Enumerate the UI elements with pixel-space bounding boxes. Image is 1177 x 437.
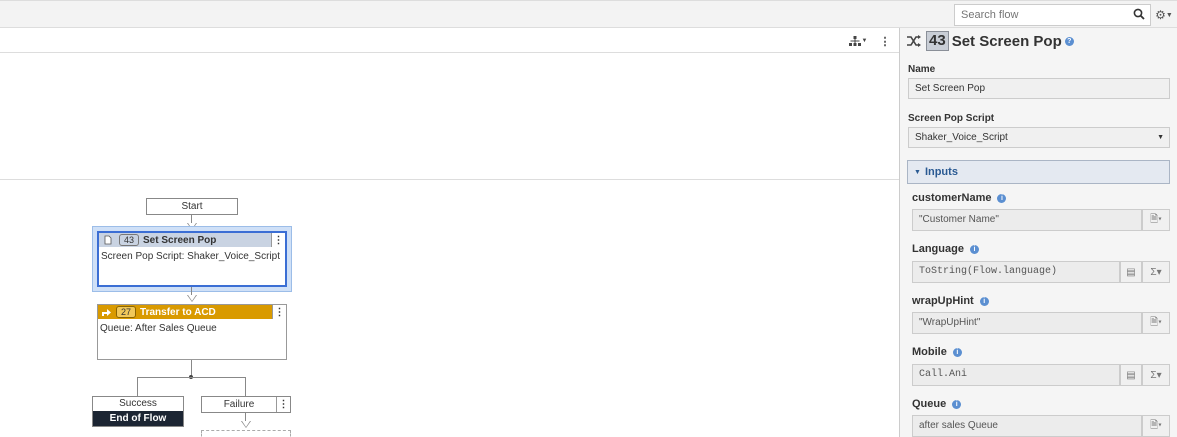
info-icon[interactable]: i — [979, 296, 989, 306]
more-options-button[interactable]: ⋮ — [877, 31, 893, 51]
input-label-text: Mobile — [912, 346, 947, 358]
document-icon: 🗎▾ — [1150, 419, 1162, 431]
action-number: 43 — [926, 31, 949, 51]
expression-editor-button[interactable]: ▤ — [1120, 261, 1142, 283]
sigma-icon: Σ▾ — [1150, 266, 1162, 278]
node-number-badge: 43 — [119, 234, 140, 246]
search-icon[interactable] — [1133, 8, 1145, 20]
expression-mode-button[interactable]: 🗎▾ — [1142, 312, 1170, 334]
node-menu-button[interactable]: ⋮ — [272, 305, 286, 319]
node-title: Set Screen Pop — [143, 234, 217, 246]
top-bar: ⚙▼ — [0, 0, 1177, 28]
start-node[interactable]: Start — [146, 198, 238, 215]
flow-editor: ⚙▼ ▼ ⋮ Start — [0, 0, 1177, 437]
node-header: 43 Set Screen Pop ⋮ — [99, 233, 285, 247]
caret-down-icon: ▼ — [914, 168, 921, 176]
input-label-text: Queue — [912, 398, 947, 410]
editor-icon: ▤ — [1126, 369, 1136, 381]
script-select-value: Shaker_Voice_Script — [915, 132, 1008, 143]
info-icon[interactable]: i — [952, 347, 962, 357]
caret-down-icon: ▼ — [1157, 134, 1164, 141]
input-label: customerName i — [912, 192, 1007, 204]
input-label: Mobile i — [912, 346, 962, 358]
success-path[interactable]: Success End of Flow — [92, 396, 184, 427]
failure-path[interactable]: Failure ⋮ — [201, 396, 291, 413]
mobile-input[interactable]: Call.Ani — [912, 364, 1120, 386]
node-body: Queue: After Sales Queue — [100, 323, 217, 334]
name-label: Name — [908, 64, 936, 75]
document-icon: 🗎▾ — [1150, 213, 1162, 225]
layout-dropdown-button[interactable]: ▼ — [845, 31, 871, 51]
connector-arrow — [188, 295, 196, 301]
connector — [137, 377, 138, 397]
editor-icon: ▤ — [1126, 266, 1136, 278]
script-select[interactable]: Shaker_Voice_Script ▼ — [908, 127, 1170, 148]
search-input[interactable] — [955, 5, 1125, 25]
flow-canvas[interactable]: ▼ ⋮ Start 43 Set Screen Pop ⋮ Screen Pop — [0, 28, 899, 437]
expression-mode-button[interactable]: Σ▾ — [1142, 261, 1170, 283]
customername-input[interactable]: "Customer Name" — [912, 209, 1142, 231]
set-screen-pop-node[interactable]: 43 Set Screen Pop ⋮ Screen Pop Script: S… — [97, 231, 287, 287]
node-header: 27 Transfer to ACD ⋮ — [98, 305, 286, 319]
document-icon — [104, 235, 112, 245]
node-number-badge: 27 — [116, 306, 137, 318]
failure-label: Failure — [223, 399, 255, 410]
node-menu-button[interactable]: ⋮ — [271, 233, 285, 247]
info-icon[interactable]: i — [969, 244, 979, 254]
inputs-section-toggle[interactable]: ▼ Inputs — [907, 160, 1170, 184]
connector — [245, 377, 246, 397]
connector-arrow — [242, 421, 250, 427]
help-icon[interactable]: ? — [1064, 36, 1074, 46]
panel-title: Set Screen Pop — [951, 32, 1062, 50]
chevron-down-icon: ▼ — [1165, 11, 1173, 19]
input-label-text: customerName — [912, 192, 992, 204]
chevron-down-icon: ▼ — [861, 38, 868, 44]
document-icon: 🗎▾ — [1150, 316, 1162, 328]
wrapuphint-input[interactable]: "WrapUpHint" — [912, 312, 1142, 334]
input-label: wrapUpHint i — [912, 295, 989, 307]
queue-input[interactable]: after sales Queue — [912, 415, 1142, 437]
expression-mode-button[interactable]: 🗎▾ — [1142, 209, 1170, 231]
transfer-to-acd-node[interactable]: 27 Transfer to ACD ⋮ Queue: After Sales … — [97, 304, 287, 360]
expression-mode-button[interactable]: Σ▾ — [1142, 364, 1170, 386]
properties-panel: 43 Set Screen Pop ? Name Set Screen Pop … — [899, 28, 1177, 437]
info-icon[interactable]: i — [997, 193, 1007, 203]
script-label: Screen Pop Script — [908, 113, 995, 124]
node-body: Screen Pop Script: Shaker_Voice_Script — [101, 251, 280, 262]
sigma-icon: Σ▾ — [1150, 369, 1162, 381]
shuffle-icon — [907, 35, 921, 47]
hierarchy-icon — [848, 36, 861, 46]
kebab-icon: ⋮ — [879, 35, 891, 48]
canvas-toolbar: ▼ ⋮ — [0, 28, 899, 53]
failure-menu-button[interactable]: ⋮ — [276, 397, 290, 412]
connector — [137, 377, 246, 378]
drop-target[interactable] — [201, 430, 291, 437]
input-label-text: wrapUpHint — [912, 295, 974, 307]
transfer-icon — [102, 309, 111, 316]
input-label: Queue i — [912, 398, 962, 410]
search-box — [954, 4, 1151, 26]
success-label: Success — [119, 398, 157, 409]
language-input[interactable]: ToString(Flow.language) — [912, 261, 1120, 283]
end-of-flow-node[interactable]: End of Flow — [93, 411, 183, 426]
expression-editor-button[interactable]: ▤ — [1120, 364, 1142, 386]
gear-icon: ⚙ — [1155, 8, 1166, 22]
settings-dropdown-button[interactable]: ⚙ ▼ — [1152, 5, 1176, 25]
panel-header: 43 Set Screen Pop ? — [907, 31, 1074, 51]
name-field[interactable]: Set Screen Pop — [908, 78, 1170, 99]
info-icon[interactable]: i — [952, 399, 962, 409]
inputs-header: Inputs — [924, 166, 958, 178]
node-title: Transfer to ACD — [140, 306, 216, 318]
connector — [245, 413, 246, 421]
input-label: Language i — [912, 243, 979, 255]
canvas-divider — [0, 179, 899, 180]
expression-mode-button[interactable]: 🗎▾ — [1142, 415, 1170, 437]
input-label-text: Language — [912, 243, 964, 255]
